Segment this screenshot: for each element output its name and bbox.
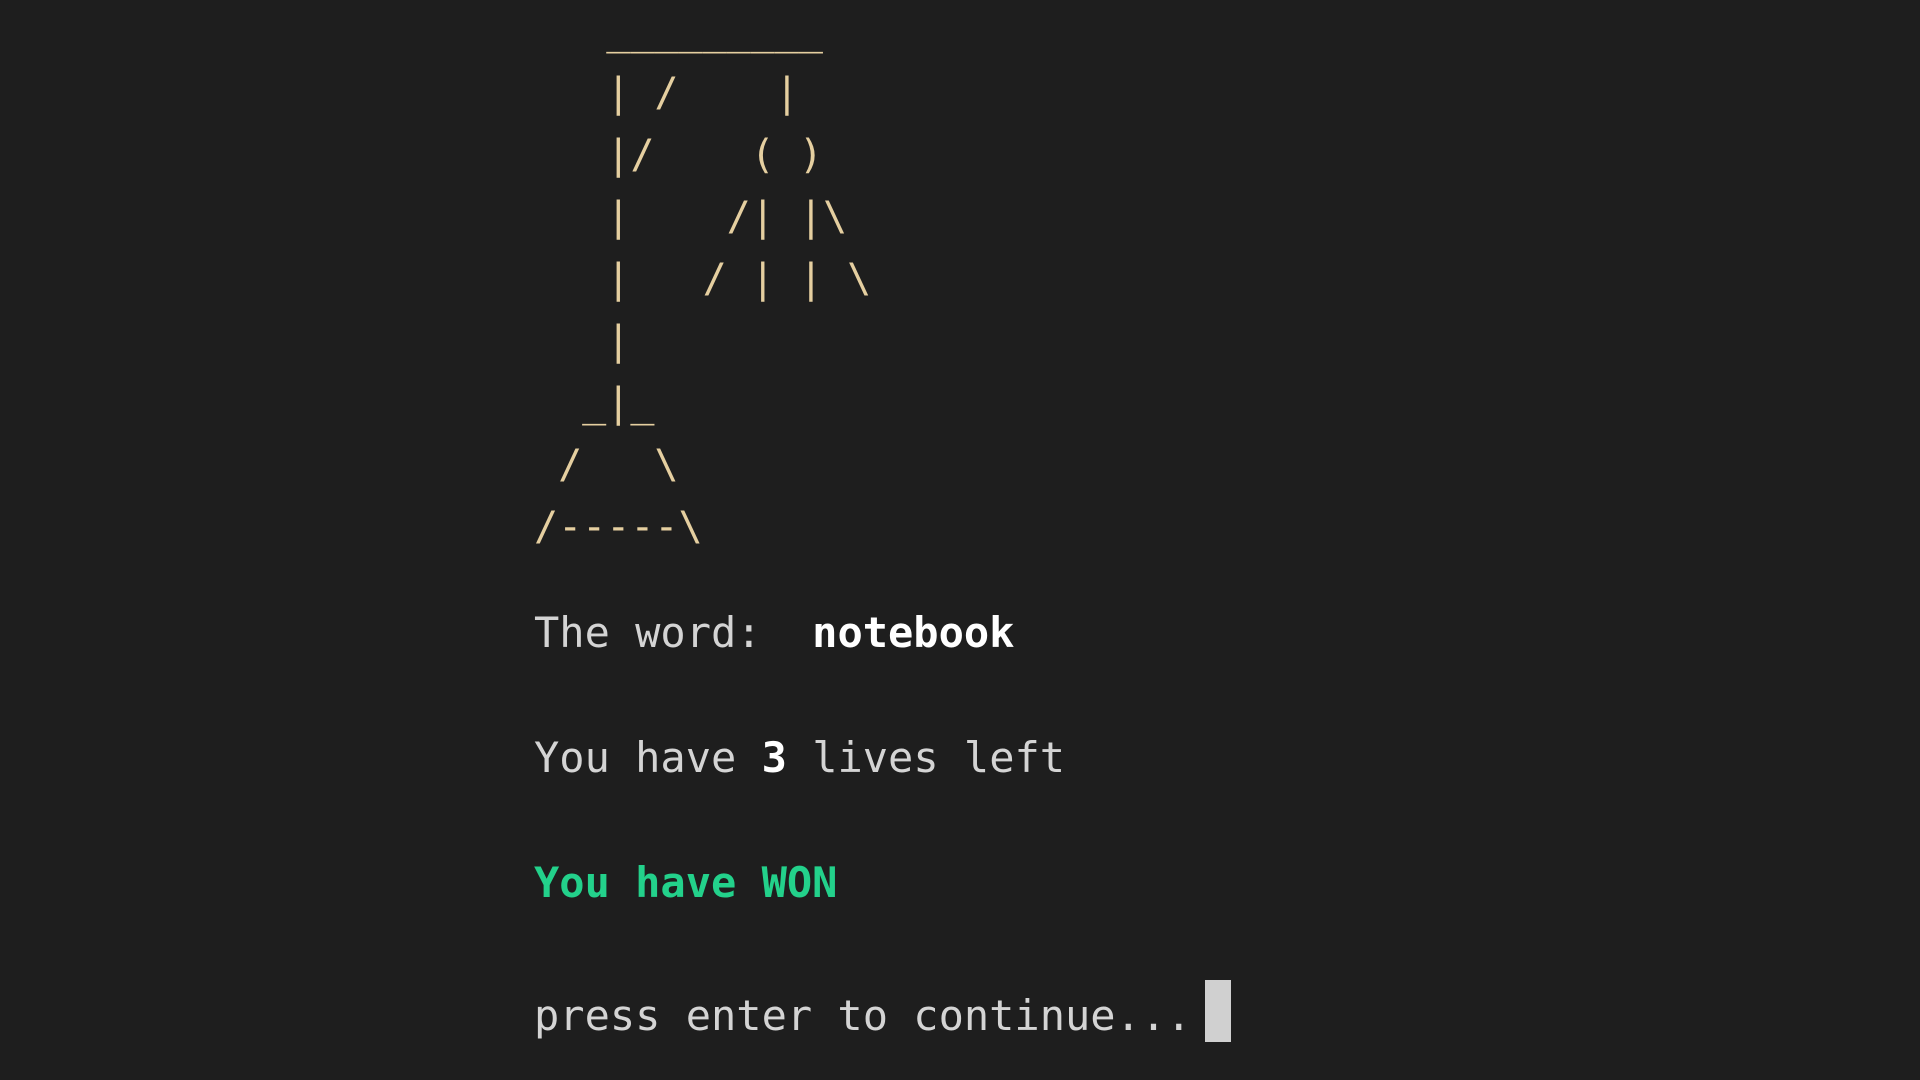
word-label: The word: bbox=[534, 608, 762, 657]
text-cursor[interactable] bbox=[1205, 980, 1232, 1042]
art-line: _|_ bbox=[534, 380, 655, 426]
terminal-window[interactable]: _________ | / | |/ ( ) | /| |\ | / | | \… bbox=[0, 0, 1920, 1080]
art-line: | /| |\ bbox=[534, 194, 848, 240]
result-message: You have WON bbox=[534, 858, 838, 907]
lives-count: 3 bbox=[761, 733, 787, 782]
hangman-ascii-art: _________ | / | |/ ( ) | /| |\ | / | | \… bbox=[534, 0, 871, 558]
art-line: | / | | \ bbox=[534, 256, 872, 302]
lives-prefix: You have bbox=[534, 733, 737, 782]
lives-line: You have 3 lives left bbox=[534, 730, 1065, 786]
word-value: notebook bbox=[812, 608, 1015, 657]
art-line: /-----\ bbox=[534, 504, 703, 550]
art-line: |/ ( ) bbox=[534, 132, 823, 178]
lives-suffix: lives left bbox=[812, 733, 1066, 782]
prompt-text: press enter to continue... bbox=[534, 991, 1192, 1040]
art-line: | bbox=[534, 318, 631, 364]
word-line: The word: notebook bbox=[534, 605, 1014, 661]
art-line: / \ bbox=[534, 442, 679, 488]
art-line: | / | bbox=[534, 70, 799, 116]
art-line: _________ bbox=[534, 8, 823, 54]
continue-prompt: press enter to continue... bbox=[534, 980, 1232, 1044]
